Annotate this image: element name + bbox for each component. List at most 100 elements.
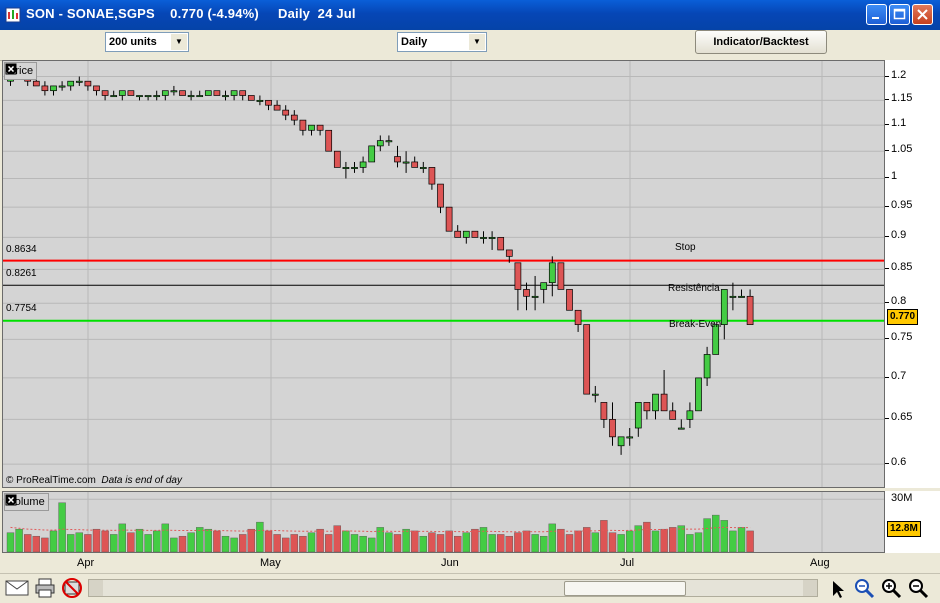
candle-body <box>67 80 75 87</box>
maximize-icon <box>893 8 906 20</box>
app-icon <box>5 7 21 23</box>
candle-body <box>136 95 143 98</box>
volume-bar <box>626 530 634 552</box>
period-select-value: Daily <box>401 36 428 48</box>
volume-bar <box>393 534 402 552</box>
candle <box>179 90 186 96</box>
volume-bar <box>195 527 204 552</box>
candle <box>600 402 608 429</box>
units-select-value: 200 units <box>109 36 157 48</box>
volume-bar <box>49 530 58 552</box>
units-select[interactable]: 200 units ▼ <box>105 32 189 52</box>
scroll-right-button[interactable] <box>803 580 817 596</box>
volume-bar <box>669 527 677 552</box>
candle <box>101 90 109 101</box>
volume-bar <box>488 534 496 552</box>
price-pane[interactable]: Price 0.8634 0.8261 0.7754 Stop Resistên… <box>2 60 885 488</box>
candle <box>75 76 83 86</box>
volume-bar <box>350 534 359 552</box>
chevron-down-icon[interactable]: ▼ <box>171 34 187 50</box>
candle <box>316 124 324 136</box>
volume-bar <box>574 530 582 552</box>
scrollbar-thumb[interactable] <box>564 581 686 596</box>
candle <box>643 402 651 420</box>
candle <box>428 167 436 190</box>
candle-body <box>454 230 462 238</box>
candle-body <box>118 90 126 96</box>
no-print-icon[interactable] <box>61 577 83 599</box>
volume-bar <box>368 537 376 552</box>
volume-pane[interactable]: Volume <box>2 491 885 553</box>
zoom-in-icon[interactable] <box>880 577 902 599</box>
candle-body <box>600 402 608 420</box>
close-icon[interactable] <box>5 494 17 506</box>
volume-bar <box>325 534 333 552</box>
volume-bar <box>101 530 109 552</box>
print-icon[interactable] <box>34 578 56 598</box>
candle-body <box>531 295 539 298</box>
close-icon[interactable] <box>5 63 17 75</box>
candle <box>359 156 367 173</box>
candle-body <box>144 95 152 98</box>
candle <box>342 161 350 179</box>
candle <box>660 369 668 412</box>
candle-body <box>505 249 513 257</box>
price-tick-label: 1.05 <box>891 143 913 156</box>
volume-bar <box>247 528 256 552</box>
volume-bar <box>540 535 548 552</box>
mail-icon[interactable] <box>5 579 29 597</box>
candle-body <box>660 393 668 412</box>
level-label-resistance: 0.8261 <box>6 268 37 279</box>
candle <box>93 85 100 96</box>
volume-pane-header: Volume <box>4 493 49 511</box>
x-tick-label: May <box>260 557 281 569</box>
candle-body <box>50 85 57 92</box>
candle-body <box>204 90 212 96</box>
candle <box>634 402 642 437</box>
candle <box>136 95 143 101</box>
volume-bar <box>402 528 410 552</box>
candle <box>282 105 290 121</box>
zoom-out-icon[interactable] <box>907 577 929 599</box>
candle <box>394 145 401 168</box>
candle <box>523 282 530 311</box>
minimize-button[interactable] <box>866 4 887 25</box>
volume-bar <box>84 534 92 552</box>
candle-body <box>84 80 92 87</box>
volume-bar <box>548 523 556 552</box>
zoom-reset-icon[interactable] <box>853 577 875 599</box>
candle-body <box>222 95 229 98</box>
candle <box>299 119 307 136</box>
volume-bar <box>712 514 720 552</box>
chevron-down-icon[interactable]: ▼ <box>469 34 485 50</box>
volume-bar <box>152 530 161 552</box>
candle <box>58 81 66 91</box>
indicator-backtest-button[interactable]: Indicator/Backtest <box>695 30 827 54</box>
maximize-button[interactable] <box>889 4 910 25</box>
volume-bar <box>359 535 367 552</box>
price-tick-mark <box>885 206 889 208</box>
price-tick-mark <box>885 177 889 179</box>
candle <box>50 85 57 96</box>
candle-body <box>376 140 384 147</box>
candle <box>454 225 462 238</box>
volume-bar <box>127 532 135 552</box>
volume-bar <box>178 535 187 552</box>
price-tick-mark <box>885 124 889 126</box>
candle <box>204 90 212 96</box>
candle-body <box>574 309 582 325</box>
price-tick-label: 0.7 <box>891 369 907 382</box>
cursor-icon[interactable] <box>827 578 849 600</box>
bottom-toolbar <box>0 573 940 603</box>
candle-body <box>402 161 410 164</box>
volume-bar <box>720 520 728 552</box>
close-window-button[interactable] <box>912 4 933 25</box>
candle <box>230 90 238 101</box>
scroll-left-button[interactable] <box>89 580 103 596</box>
volume-bar <box>677 525 685 552</box>
candle-body <box>247 95 255 101</box>
candle-body <box>299 119 307 131</box>
candle-body <box>179 90 186 96</box>
horizontal-scrollbar[interactable] <box>88 579 818 597</box>
period-select[interactable]: Daily ▼ <box>397 32 487 52</box>
